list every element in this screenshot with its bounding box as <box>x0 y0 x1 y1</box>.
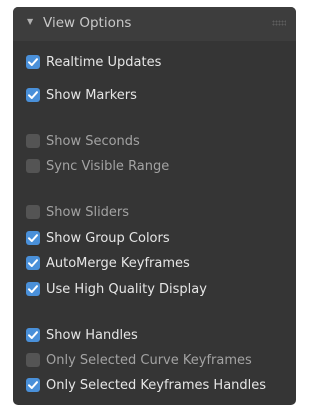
option-label: Show Handles <box>46 328 138 343</box>
option-label: Only Selected Curve Keyframes <box>46 353 252 368</box>
option-label: Sync Visible Range <box>46 159 170 174</box>
option-only-selected-keyframes-handles[interactable]: Only Selected Keyframes Handles <box>26 377 291 395</box>
option-label: Show Markers <box>46 88 137 103</box>
option-label: Show Seconds <box>46 134 140 149</box>
option-show-handles[interactable]: Show Handles <box>26 327 291 345</box>
option-show-seconds[interactable]: Show Seconds <box>26 133 291 151</box>
panel-title: View Options <box>43 15 132 31</box>
checkbox-unchecked-icon[interactable] <box>26 134 40 148</box>
option-label: Use High Quality Display <box>46 282 207 297</box>
option-label: Realtime Updates <box>46 55 162 70</box>
option-show-markers[interactable]: Show Markers <box>26 87 291 105</box>
option-label: Show Group Colors <box>46 231 170 246</box>
checkbox-checked-icon[interactable] <box>26 328 40 342</box>
triangle-down-icon[interactable]: ▼ <box>27 17 37 27</box>
checkbox-checked-icon[interactable] <box>26 231 40 245</box>
checkbox-checked-icon[interactable] <box>26 256 40 270</box>
option-automerge-keyframes[interactable]: AutoMerge Keyframes <box>26 255 291 273</box>
option-only-selected-curve-keyframes[interactable]: Only Selected Curve Keyframes <box>26 352 291 370</box>
option-sync-visible-range[interactable]: Sync Visible Range <box>26 158 291 176</box>
option-use-high-quality-display[interactable]: Use High Quality Display <box>26 281 291 299</box>
checkbox-unchecked-icon[interactable] <box>26 159 40 173</box>
checkbox-checked-icon[interactable] <box>26 88 40 102</box>
panel-header[interactable]: ▼ View Options <box>13 7 296 41</box>
view-options-panel: ▼ View Options Realtime Updates Show Mar… <box>13 7 296 405</box>
option-realtime-updates[interactable]: Realtime Updates <box>26 54 291 72</box>
option-label: AutoMerge Keyframes <box>46 256 190 271</box>
checkbox-checked-icon[interactable] <box>26 378 40 392</box>
checkbox-checked-icon[interactable] <box>26 282 40 296</box>
checkbox-unchecked-icon[interactable] <box>26 205 40 219</box>
option-label: Show Sliders <box>46 205 130 220</box>
checkbox-unchecked-icon[interactable] <box>26 353 40 367</box>
option-show-group-colors[interactable]: Show Group Colors <box>26 230 291 248</box>
checkbox-checked-icon[interactable] <box>26 55 40 69</box>
option-label: Only Selected Keyframes Handles <box>46 378 267 393</box>
drag-grip-icon[interactable] <box>272 20 286 26</box>
option-show-sliders[interactable]: Show Sliders <box>26 204 291 222</box>
